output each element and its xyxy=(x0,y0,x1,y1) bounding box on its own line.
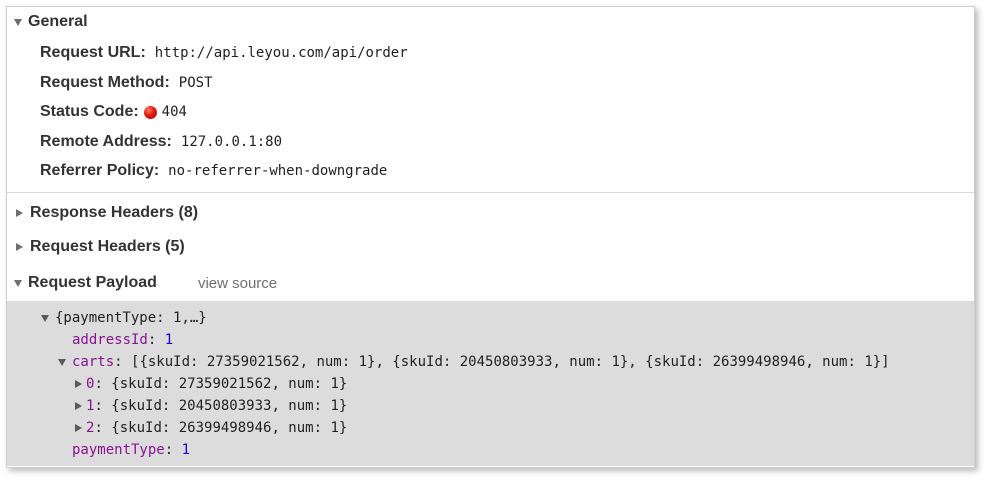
request-method-label: Request Method: xyxy=(40,74,170,91)
referrer-policy-label: Referrer Policy: xyxy=(40,162,160,179)
collapse-triangle-right-icon[interactable] xyxy=(75,424,82,432)
payment-type-key: paymentType xyxy=(72,442,165,458)
status-code-label: Status Code: xyxy=(40,103,139,120)
collapse-triangle-right-icon[interactable] xyxy=(16,209,23,217)
request-headers-title: Request Headers (5) xyxy=(30,238,185,255)
cart-item-value: {skuId: 27359021562, num: 1} xyxy=(111,376,348,392)
payload-root-row[interactable]: {paymentType: 1,…} xyxy=(41,308,207,328)
view-source-link[interactable]: view source xyxy=(198,275,277,292)
request-method-row: Request Method: POST xyxy=(40,72,213,94)
payment-type-value: 1 xyxy=(181,442,191,458)
cart-item-index: 2 xyxy=(86,420,95,436)
cart-item-index: 1 xyxy=(86,398,95,414)
general-section-header[interactable]: General xyxy=(7,11,88,33)
expand-triangle-down-icon[interactable] xyxy=(14,279,22,287)
cart-item-row[interactable]: 0 : {skuId: 27359021562, num: 1} xyxy=(73,374,347,394)
address-id-value: 1 xyxy=(164,332,174,348)
status-error-dot-icon xyxy=(143,105,157,119)
headers-panel: General Request URL: http://api.leyou.co… xyxy=(6,6,975,468)
carts-summary: [{skuId: 27359021562, num: 1}, {skuId: 2… xyxy=(131,354,890,370)
cart-item-row[interactable]: 1 : {skuId: 20450803933, num: 1} xyxy=(73,396,347,416)
expand-triangle-down-icon[interactable] xyxy=(58,358,66,366)
address-id-row: addressId : 1 xyxy=(72,330,173,350)
request-payload-title: Request Payload xyxy=(28,274,157,291)
referrer-policy-value: no-referrer-when-downgrade xyxy=(168,163,388,179)
colon-separator: : xyxy=(94,398,112,414)
request-url-value: http://api.leyou.com/api/order xyxy=(154,45,408,61)
collapse-triangle-right-icon[interactable] xyxy=(75,402,82,410)
colon-separator: : xyxy=(94,420,112,436)
status-code-row: Status Code: 404 xyxy=(40,101,187,123)
cart-item-row[interactable]: 2 : {skuId: 26399498946, num: 1} xyxy=(73,418,347,438)
general-title: General xyxy=(28,13,88,30)
cart-item-value: {skuId: 26399498946, num: 1} xyxy=(111,420,348,436)
expand-triangle-down-icon[interactable] xyxy=(14,18,22,26)
expand-triangle-down-icon[interactable] xyxy=(41,314,49,322)
remote-address-value: 127.0.0.1:80 xyxy=(180,134,283,150)
response-headers-section-header[interactable]: Response Headers (8) xyxy=(7,202,198,224)
remote-address-label: Remote Address: xyxy=(40,133,172,150)
payload-root-summary: {paymentType: 1,…} xyxy=(55,310,207,326)
cart-item-value: {skuId: 20450803933, num: 1} xyxy=(111,398,348,414)
request-method-value: POST xyxy=(178,75,213,91)
colon-separator: : xyxy=(164,442,182,458)
cart-item-index: 0 xyxy=(86,376,95,392)
remote-address-row: Remote Address: 127.0.0.1:80 xyxy=(40,131,282,153)
colon-separator: : xyxy=(114,354,132,370)
address-id-key: addressId xyxy=(72,332,148,348)
colon-separator: : xyxy=(94,376,112,392)
carts-key: carts xyxy=(72,354,115,370)
referrer-policy-row: Referrer Policy: no-referrer-when-downgr… xyxy=(40,160,387,182)
payment-type-row: paymentType : 1 xyxy=(72,440,190,460)
section-divider xyxy=(7,192,974,193)
collapse-triangle-right-icon[interactable] xyxy=(16,243,23,251)
status-code-value: 404 xyxy=(161,104,187,120)
payload-tree: {paymentType: 1,…} addressId : 1 carts :… xyxy=(7,301,974,466)
response-headers-title: Response Headers (8) xyxy=(30,204,199,221)
colon-separator: : xyxy=(147,332,165,348)
collapse-triangle-right-icon[interactable] xyxy=(75,380,82,388)
request-payload-section-header[interactable]: Request Payload view source xyxy=(7,272,277,294)
carts-row[interactable]: carts : [{skuId: 27359021562, num: 1}, {… xyxy=(58,352,890,372)
request-url-label: Request URL: xyxy=(40,44,146,61)
request-url-row: Request URL: http://api.leyou.com/api/or… xyxy=(40,42,408,64)
request-headers-section-header[interactable]: Request Headers (5) xyxy=(7,236,185,258)
